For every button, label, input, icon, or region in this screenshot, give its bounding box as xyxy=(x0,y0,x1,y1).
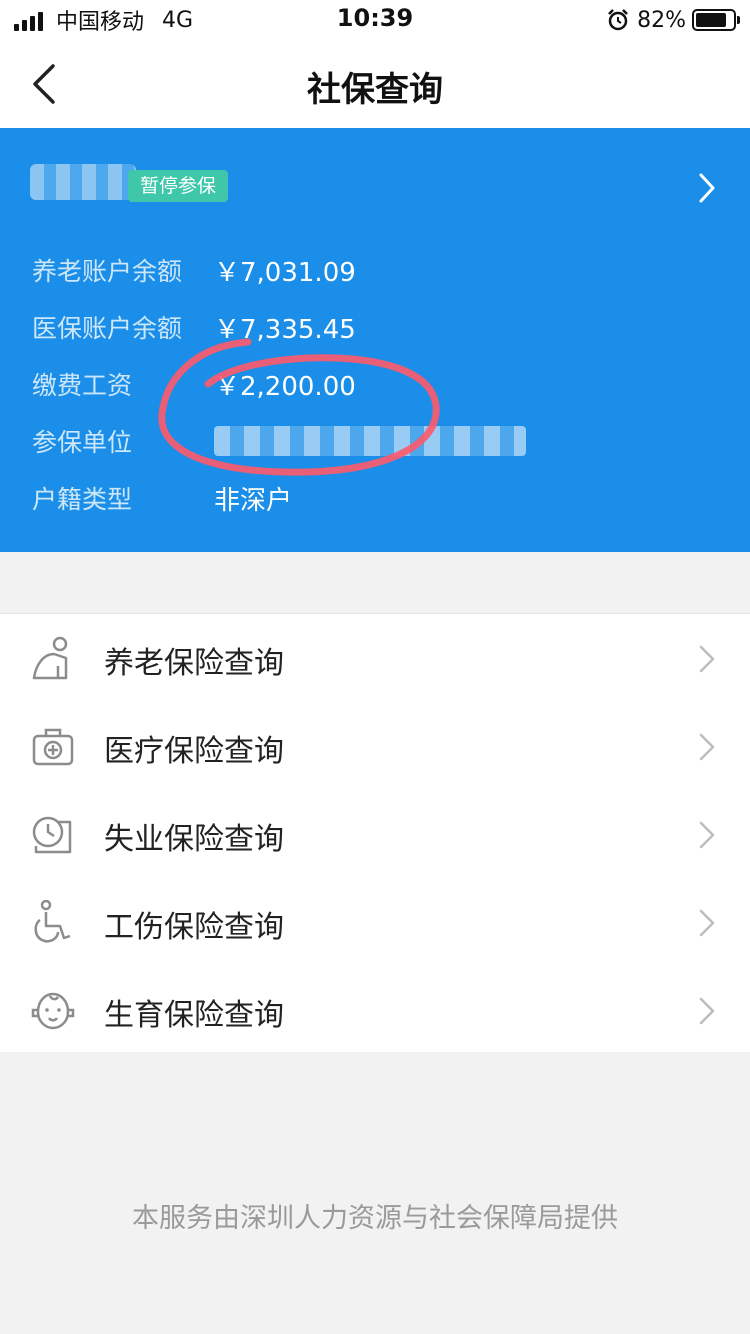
menu-item-maternity[interactable]: 生育保险查询 xyxy=(0,966,750,1054)
battery-icon xyxy=(692,9,740,31)
status-badge: 暂停参保 xyxy=(128,170,229,202)
chevron-right-icon xyxy=(699,909,715,937)
chevron-right-icon xyxy=(699,645,715,673)
employer-label: 参保单位 xyxy=(32,428,133,457)
elderly-person-icon xyxy=(32,636,68,680)
clock-icon xyxy=(32,816,72,854)
footer-provider-text: 本服务由深圳人力资源与社会保障局提供 xyxy=(132,1203,618,1234)
chevron-right-icon[interactable] xyxy=(698,172,716,204)
nav-bar: 社保查询 xyxy=(0,40,750,128)
menu-item-unemployment[interactable]: 失业保险查询 xyxy=(0,790,750,878)
menu-item-label: 生育保险查询 xyxy=(104,998,284,1033)
menu-item-pension[interactable]: 养老保险查询 xyxy=(0,614,750,702)
menu-item-medical[interactable]: 医疗保险查询 xyxy=(0,702,750,790)
menu-item-label: 工伤保险查询 xyxy=(104,910,284,945)
insurance-menu: 养老保险查询 医疗保险查询 失业保险查询 工伤保险查询 生育保险查询 xyxy=(0,613,750,1052)
employer-value-redacted xyxy=(214,426,526,456)
household-type-label: 户籍类型 xyxy=(32,485,133,514)
baby-face-icon xyxy=(31,992,75,1030)
pension-balance-row: 养老账户余额 ￥7,031.09 xyxy=(32,250,356,290)
status-bar: 中国移动 4G 10:39 82% xyxy=(0,0,750,40)
wheelchair-icon xyxy=(34,900,71,943)
household-type-value: 非深户 xyxy=(214,485,293,516)
menu-item-work-injury[interactable]: 工伤保险查询 xyxy=(0,878,750,966)
menu-item-label: 医疗保险查询 xyxy=(104,734,284,769)
medical-kit-icon xyxy=(32,728,74,766)
contribution-wage-value: ￥2,200.00 xyxy=(214,371,356,402)
user-name-redacted xyxy=(30,164,136,200)
pension-balance-label: 养老账户余额 xyxy=(32,257,183,286)
household-type-row: 户籍类型 非深户 xyxy=(32,478,292,518)
account-summary-card[interactable]: 暂停参保 养老账户余额 ￥7,031.09 医保账户余额 ￥7,335.45 缴… xyxy=(0,128,750,552)
chevron-right-icon xyxy=(699,821,715,849)
battery-percent: 82% xyxy=(637,7,686,33)
pension-balance-value: ￥7,031.09 xyxy=(214,257,356,288)
chevron-right-icon xyxy=(699,997,715,1025)
alarm-icon xyxy=(608,9,628,31)
medical-balance-row: 医保账户余额 ￥7,335.45 xyxy=(32,307,356,347)
chevron-right-icon xyxy=(699,733,715,761)
medical-balance-label: 医保账户余额 xyxy=(32,314,183,343)
contribution-wage-label: 缴费工资 xyxy=(32,371,133,400)
page-title: 社保查询 xyxy=(307,70,443,110)
medical-balance-value: ￥7,335.45 xyxy=(214,314,356,345)
contribution-wage-row: 缴费工资 ￥2,200.00 xyxy=(32,364,356,404)
employer-row: 参保单位 xyxy=(32,421,526,461)
menu-item-label: 失业保险查询 xyxy=(104,822,284,857)
menu-item-label: 养老保险查询 xyxy=(104,646,284,681)
